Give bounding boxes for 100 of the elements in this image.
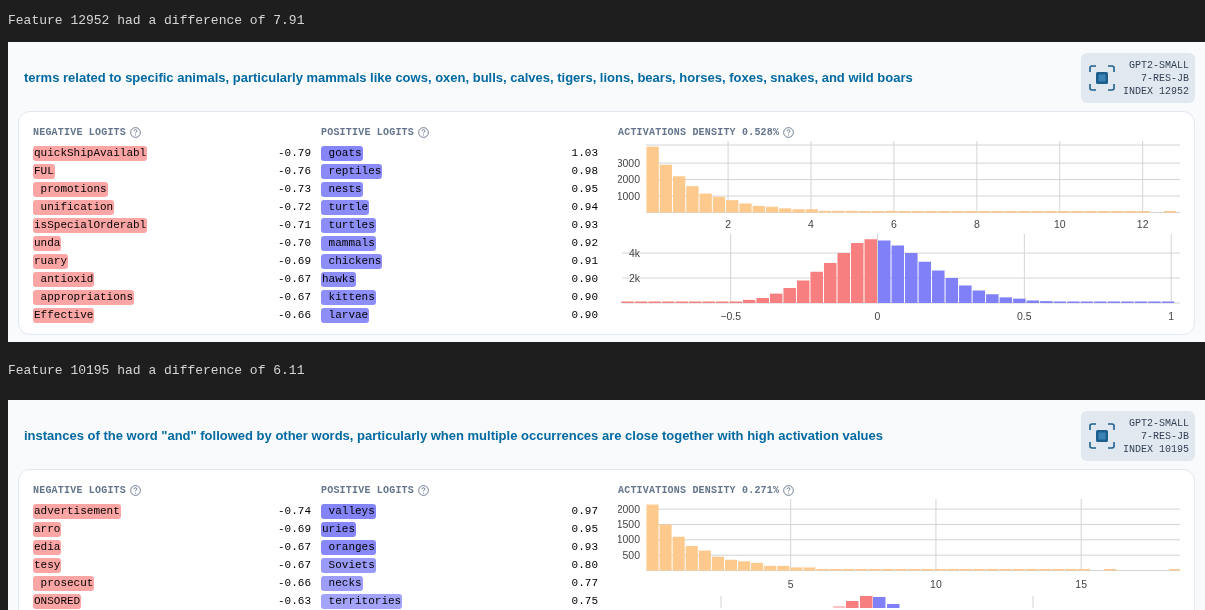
histogram-bar — [659, 524, 672, 571]
logit-value: 0.97 — [571, 503, 598, 519]
token-chip: valleys — [321, 503, 376, 519]
help-icon — [130, 126, 141, 138]
feature-heading: Feature 10195 had a difference of 6.11 — [8, 362, 305, 381]
logit-value: 0.93 — [571, 539, 598, 555]
histogram-bar — [659, 164, 673, 213]
axis-label: 0.5 — [1017, 310, 1032, 322]
histogram-bar — [810, 271, 823, 303]
token-chip: oranges — [321, 539, 376, 555]
badge-text: GPT2-SMALL — [1129, 58, 1189, 72]
axis-label: 10 — [930, 578, 942, 590]
token-chip: promotions — [33, 181, 108, 197]
histogram-bar — [918, 261, 932, 303]
histogram-bar — [711, 556, 724, 571]
token-chip: advertisement — [33, 503, 121, 519]
logit-value: 0.77 — [571, 575, 598, 591]
logit-value: 0.90 — [571, 289, 598, 305]
logit-value: -0.69 — [278, 521, 311, 537]
axis-label: 10 — [1053, 218, 1066, 230]
badge-text: 7-RES-JB — [1141, 71, 1189, 85]
help-icon — [418, 484, 429, 496]
feature-heading: Feature 12952 had a difference of 7.91 — [8, 12, 305, 31]
logit-value: -0.71 — [278, 217, 311, 233]
axis-label: 15 — [1075, 578, 1088, 590]
logit-value: -0.74 — [278, 503, 311, 519]
histogram-bar — [686, 186, 699, 213]
axis-label: 4 — [808, 218, 814, 230]
badge-text: GPT2-SMALL — [1129, 416, 1189, 430]
help-icon — [418, 126, 429, 138]
logit-value: -0.67 — [278, 271, 311, 287]
token-chip: hawks — [321, 271, 356, 287]
axis-label: 1000 — [618, 533, 640, 546]
token-chip: ruary — [33, 253, 68, 269]
logit-value: 0.95 — [571, 181, 598, 197]
axis-label: 8 — [973, 218, 980, 230]
feature-description: terms related to specific animals, particularly mammals like cows, oxen, bulls, calves, tigers, lions, bears, horses, foxes, snakes, and wild boars — [24, 69, 913, 88]
histogram-bar — [739, 203, 752, 213]
axis-label: −0.5 — [720, 310, 742, 322]
histogram-bar — [685, 545, 698, 571]
token-chip: nests — [321, 181, 363, 197]
column-title: POSITIVE LOGITS — [321, 125, 414, 140]
logit-value: -0.76 — [278, 163, 311, 179]
token-chip: turtle — [321, 199, 370, 215]
token-chip: territories — [321, 593, 403, 609]
logit-value: -0.79 — [278, 145, 311, 161]
histogram-bar — [646, 504, 659, 571]
histogram-bar — [851, 243, 864, 303]
axis-label: 500 — [622, 548, 640, 561]
help-icon — [130, 484, 141, 496]
token-chip: appropriations — [33, 289, 135, 305]
column-title: NEGATIVE LOGITS — [33, 125, 126, 140]
logit-value: -0.66 — [278, 575, 311, 591]
axis-label: 2 — [725, 218, 731, 230]
axis-label: 2000 — [618, 173, 640, 186]
logit-value: -0.73 — [278, 181, 311, 197]
column-title: NEGATIVE LOGITS — [33, 483, 126, 498]
axis-label: 1000 — [618, 189, 640, 202]
logit-value: -0.72 — [278, 199, 311, 215]
token-chip: FUL — [33, 163, 55, 179]
histogram-bar — [891, 245, 904, 303]
histogram-bar — [1104, 568, 1117, 571]
token-chip: ONSORED — [33, 593, 82, 609]
token-chip: edia — [33, 539, 62, 555]
logit-value: -0.69 — [278, 253, 311, 269]
column-title: POSITIVE LOGITS — [321, 483, 414, 498]
logit-value: 0.91 — [571, 253, 598, 269]
badge-text: INDEX 10195 — [1123, 442, 1189, 456]
badge-text: INDEX 12952 — [1123, 84, 1189, 98]
histogram-bar — [738, 561, 751, 571]
histogram-bar — [699, 193, 712, 213]
axis-label: 2k — [628, 271, 640, 284]
chip-icon — [1089, 423, 1115, 449]
logit-value: 0.90 — [571, 271, 598, 287]
help-icon — [783, 126, 795, 138]
token-chip: chickens — [321, 253, 383, 269]
token-chip: quickShipAvailabl — [33, 145, 148, 161]
axis-label: 6 — [891, 218, 897, 230]
token-chip: necks — [321, 575, 363, 591]
logit-value: 0.93 — [571, 217, 598, 233]
histogram-bar — [726, 200, 739, 213]
axis-label: 4k — [628, 246, 640, 259]
histogram-bar — [878, 240, 891, 303]
token-chip: turtles — [321, 217, 376, 233]
logit-value: 1.03 — [571, 145, 598, 161]
histogram-bar — [672, 536, 685, 571]
token-chip: larvae — [321, 307, 370, 323]
logit-value: 0.94 — [571, 199, 598, 215]
histogram-bar — [724, 559, 737, 571]
axis-label: 2000 — [618, 502, 640, 515]
badge-text: 7-RES-JB — [1141, 429, 1189, 443]
histogram-bar — [959, 285, 972, 303]
histogram-bar — [646, 146, 659, 213]
histogram-bar — [837, 253, 850, 303]
logit-value: -0.70 — [278, 235, 311, 251]
axis-label: 0 — [874, 310, 881, 322]
token-chip: isSpecialOrderabl — [33, 217, 148, 233]
token-chip: kittens — [321, 289, 376, 305]
histogram-bar — [864, 239, 877, 303]
axis-label: 12 — [1136, 218, 1149, 230]
